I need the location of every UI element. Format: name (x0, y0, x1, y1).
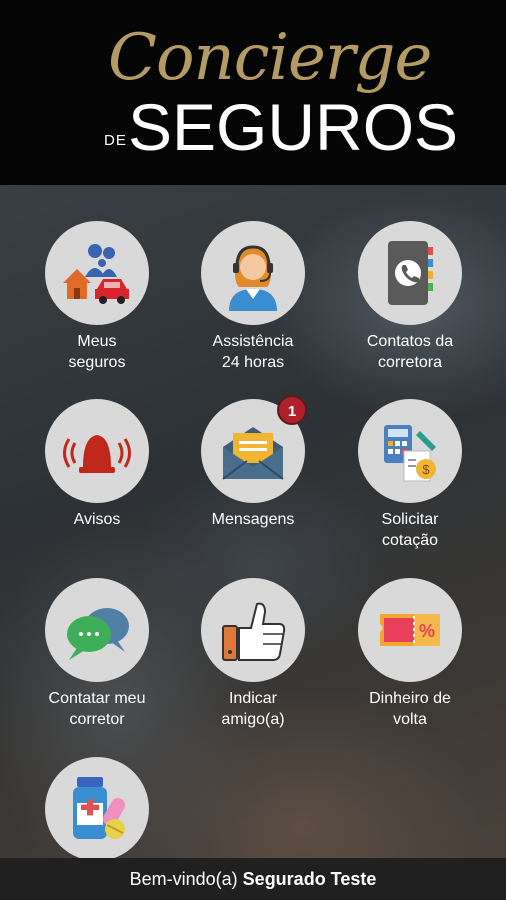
thumbs-up-icon (222, 602, 286, 661)
menu-item-label: Contatar meu corretor (48, 690, 146, 728)
menu-item-mensagens[interactable]: 1 Mensagens (178, 395, 328, 530)
logo-script-text: Concierge (108, 21, 432, 95)
envelope-icon (222, 427, 284, 480)
menu-item-label: Dinheiro de volta (369, 690, 451, 728)
menu-item-icon-bg: $ (358, 399, 462, 503)
menu-item-icon-bg (45, 399, 149, 503)
menu-item-icon-bg (45, 757, 149, 861)
logo-main-text: SEGUROS (128, 90, 459, 164)
menu-item-label: Assistência 24 horas (212, 333, 294, 371)
chat-bubbles-icon (67, 608, 129, 660)
menu-item-label: Mensagens (211, 511, 295, 528)
menu-item-avisos[interactable]: Avisos (22, 399, 172, 530)
family-house-car-icon (63, 244, 129, 304)
phone-book-icon (388, 241, 433, 305)
menu-item-icon-bg (45, 578, 149, 682)
menu-item-label: Solicitar cotação (381, 511, 439, 549)
notification-badge: 1 (277, 395, 307, 425)
menu-item-label: Contatos da corretora (366, 333, 454, 371)
menu-grid: Meus seguros Assistência 24 horas Contat… (0, 185, 506, 861)
menu-item-label: Avisos (73, 511, 121, 528)
menu-item-icon-bg: 1 (201, 395, 307, 503)
menu-item-dinheiro-de-volta[interactable]: % Dinheiro de volta (335, 578, 485, 730)
svg-text:$: $ (422, 462, 430, 477)
discount-coupon-icon: % (380, 614, 440, 646)
menu-item-assistencia[interactable]: Assistência 24 horas (178, 221, 328, 373)
menu-item-icon-bg (201, 221, 305, 325)
menu-item-indicar-amigo[interactable]: Indicar amigo(a) (178, 578, 328, 730)
menu-item-icon-bg (358, 221, 462, 325)
menu-item-solicitar-cotacao[interactable]: $ Solicitar cotação (335, 399, 485, 551)
calculator-icon: $ (384, 425, 436, 482)
menu-item-label: Indicar amigo(a) (221, 690, 285, 728)
logo-de-text: DE (104, 132, 127, 149)
alarm-bell-icon (63, 435, 131, 473)
menu-item-label: Meus seguros (68, 333, 126, 371)
welcome-text: Bem-vindo(a) (129, 868, 238, 889)
welcome-footer: Bem-vindo(a) Segurado Teste (0, 858, 506, 900)
menu-item-medicamentos[interactable] (22, 757, 172, 867)
menu-item-meus-seguros[interactable]: Meus seguros (22, 221, 172, 373)
menu-item-icon-bg (201, 578, 305, 682)
headset-agent-icon (229, 245, 277, 311)
user-name: Segurado Teste (242, 868, 377, 889)
menu-item-icon-bg: % (358, 578, 462, 682)
svg-text:%: % (419, 621, 435, 641)
pills-bottle-icon (73, 777, 125, 839)
menu-item-contatar-corretor[interactable]: Contatar meu corretor (22, 578, 172, 730)
concierge-seguros-logo: Concierge DE SEGUROS (0, 0, 506, 185)
menu-item-contatos-corretora[interactable]: Contatos da corretora (335, 221, 485, 373)
menu-item-icon-bg (45, 221, 149, 325)
app-header: Concierge DE SEGUROS (0, 0, 506, 185)
